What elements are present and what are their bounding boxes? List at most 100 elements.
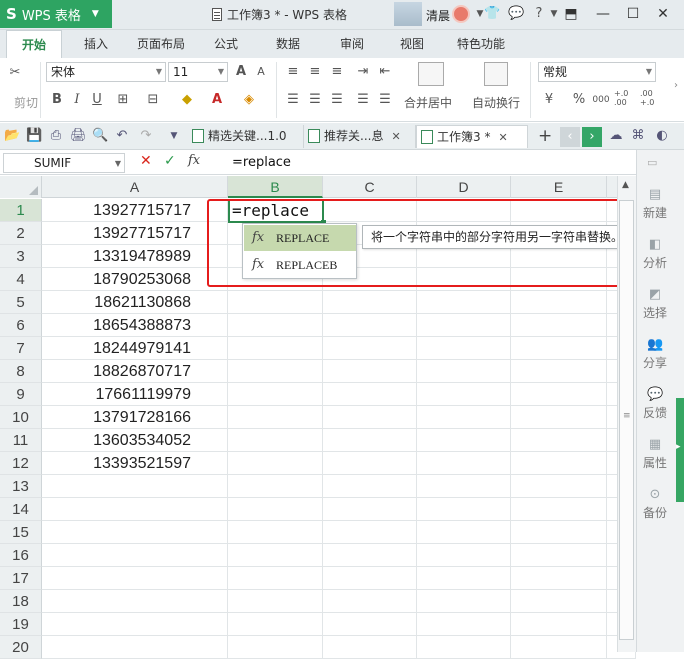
cell-a[interactable]: 18654388873 (42, 314, 228, 337)
column-header-e[interactable]: E (511, 176, 607, 198)
help-icon[interactable]: ? (531, 6, 547, 22)
cell-d[interactable] (417, 567, 511, 590)
cell-c[interactable] (323, 590, 417, 613)
cell-a[interactable]: 18621130868 (42, 291, 228, 314)
column-header-b[interactable]: B (228, 176, 323, 198)
cell-e[interactable] (511, 544, 607, 567)
cell-b[interactable] (228, 314, 323, 337)
thousands-icon[interactable]: 000 (592, 91, 610, 109)
formula-input[interactable]: =replace (228, 153, 634, 173)
row-header[interactable]: 13 (0, 475, 42, 498)
tab-review[interactable]: 审阅 (330, 30, 374, 58)
doc-tab-active[interactable]: 工作簿3 * ✕ (416, 125, 528, 148)
row-header[interactable]: 12 (0, 452, 42, 475)
row-header[interactable]: 9 (0, 383, 42, 406)
cell-d[interactable] (417, 521, 511, 544)
cell-e[interactable] (511, 636, 607, 659)
wrap-text-label[interactable]: 自动换行 (472, 94, 520, 111)
merge-center-icon[interactable] (418, 62, 444, 86)
cell-b[interactable] (228, 337, 323, 360)
cell-c[interactable] (323, 452, 417, 475)
cell-a[interactable] (42, 590, 228, 613)
scrollbar-thumb[interactable]: ≡ (619, 200, 634, 640)
cell-e[interactable] (511, 406, 607, 429)
underline-icon[interactable]: U (88, 91, 106, 109)
cell-a[interactable]: 13791728166 (42, 406, 228, 429)
open-folder-icon[interactable]: 📂 (4, 128, 20, 144)
cell-b[interactable] (228, 521, 323, 544)
merge-border-icon[interactable]: ⊟ (144, 91, 162, 109)
cell-d[interactable] (417, 544, 511, 567)
decrease-decimal-icon[interactable]: .00 +.0 (640, 89, 654, 107)
cell-b[interactable] (228, 636, 323, 659)
cancel-edit-icon[interactable]: ✕ (140, 153, 152, 169)
cell-e[interactable] (511, 360, 607, 383)
align-right-icon[interactable]: ☰ (328, 91, 346, 109)
cell-c[interactable] (323, 406, 417, 429)
side-item-share[interactable]: 👥 分享 (636, 338, 674, 371)
side-item-feedback[interactable]: 💬 反馈 (636, 388, 674, 421)
cell-a[interactable]: 13927715717 (42, 199, 228, 222)
column-header-a[interactable]: A (42, 176, 228, 198)
column-header-d[interactable]: D (417, 176, 511, 198)
cell-a[interactable]: 13603534052 (42, 429, 228, 452)
cell-a[interactable] (42, 613, 228, 636)
cell-b[interactable] (228, 590, 323, 613)
weather-icon[interactable] (394, 2, 422, 26)
side-item-new[interactable]: ▤ 新建 (636, 188, 674, 221)
row-header[interactable]: 17 (0, 567, 42, 590)
close-button[interactable]: ✕ (652, 5, 674, 23)
row-header[interactable]: 14 (0, 498, 42, 521)
cell-c[interactable] (323, 636, 417, 659)
chat-icon[interactable]: 💬 (508, 6, 524, 22)
tab-page-layout[interactable]: 页面布局 (130, 30, 192, 58)
name-box[interactable]: SUMIF ▼ (3, 153, 125, 173)
cell-d[interactable] (417, 636, 511, 659)
close-icon[interactable]: ✕ (498, 131, 507, 144)
app-menu-button[interactable]: S WPS 表格 ▼ (0, 0, 112, 28)
cell-b[interactable] (228, 567, 323, 590)
font-name-select[interactable]: 宋体 ▼ (46, 62, 166, 82)
cell-a[interactable]: 18826870717 (42, 360, 228, 383)
panel-pin-icon[interactable]: ▭ (647, 156, 657, 169)
bold-icon[interactable]: B (48, 91, 66, 109)
cell-d[interactable] (417, 452, 511, 475)
redo-icon[interactable]: ↷ (138, 128, 154, 144)
tab-features[interactable]: 特色功能 (448, 30, 514, 58)
side-item-backup[interactable]: ⊙ 备份 (636, 488, 674, 521)
increase-font-icon[interactable]: A (232, 63, 250, 81)
row-header[interactable]: 11 (0, 429, 42, 452)
user-name[interactable]: 清晨 (426, 7, 450, 24)
tab-data[interactable]: 数据 (266, 30, 310, 58)
cut-label[interactable]: 剪切 (14, 94, 38, 111)
cell-d[interactable] (417, 291, 511, 314)
cell-a[interactable]: 13319478989 (42, 245, 228, 268)
undo-icon[interactable]: ↶ (114, 128, 130, 144)
cell-d[interactable] (417, 360, 511, 383)
row-header[interactable]: 3 (0, 245, 42, 268)
column-header-c[interactable]: C (323, 176, 417, 198)
chevron-down-icon[interactable]: ▼ (166, 128, 182, 144)
row-header[interactable]: 4 (0, 268, 42, 291)
cell-e[interactable] (511, 314, 607, 337)
cell-c[interactable] (323, 337, 417, 360)
currency-icon[interactable]: ¥ (540, 91, 558, 109)
cell-c[interactable] (323, 360, 417, 383)
close-icon[interactable]: ✕ (391, 130, 400, 143)
cell-d[interactable] (417, 498, 511, 521)
doc-tab[interactable]: 推荐关...息 ✕ (304, 125, 416, 148)
cloud-icon[interactable]: ☁ (608, 128, 624, 144)
cell-b[interactable] (228, 429, 323, 452)
clip-icon[interactable]: ⌘ (630, 128, 646, 144)
insert-function-icon[interactable]: fx (188, 153, 200, 168)
cell-b[interactable] (228, 544, 323, 567)
cell-c[interactable] (323, 429, 417, 452)
cell-c[interactable] (323, 567, 417, 590)
percent-icon[interactable]: % (570, 91, 588, 109)
row-header[interactable]: 2 (0, 222, 42, 245)
cell-a[interactable] (42, 475, 228, 498)
border-icon[interactable]: ⊞ (114, 91, 132, 109)
cell-e[interactable] (511, 613, 607, 636)
increase-decimal-icon[interactable]: +.0 .00 (614, 89, 628, 107)
ribbon-scroll-right-icon[interactable]: › (674, 80, 678, 91)
